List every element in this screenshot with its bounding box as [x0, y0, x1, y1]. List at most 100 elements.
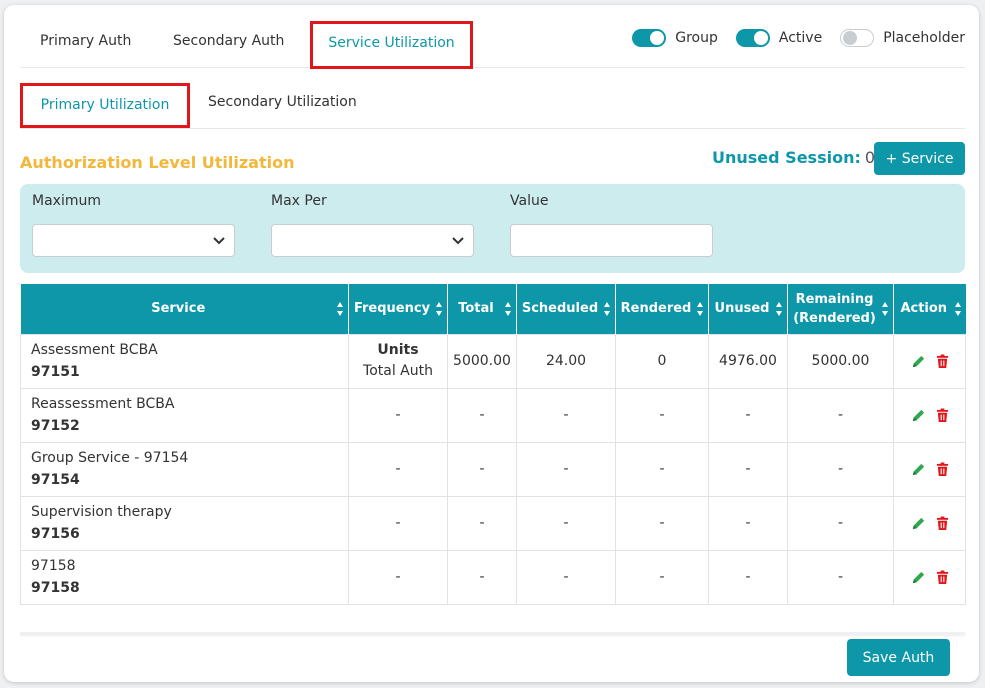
frequency-cell: - — [348, 387, 448, 443]
header-label: Scheduled — [521, 301, 599, 317]
trash-icon — [936, 570, 948, 584]
toggle-knob — [753, 31, 768, 45]
header-label: Total — [458, 301, 494, 317]
max-per-label: Max Per — [271, 193, 327, 209]
scheduled-cell: - — [516, 549, 616, 605]
sort-icon — [337, 302, 343, 316]
remaining-cell: - — [787, 549, 894, 605]
scheduled-cell: - — [516, 495, 616, 551]
scheduled-cell: 24.00 — [516, 333, 616, 389]
header-label: Unused — [714, 301, 770, 317]
pencil-icon — [912, 463, 924, 475]
header-label: Service — [151, 301, 206, 317]
rendered-cell: 0 — [615, 333, 709, 389]
table-row: Supervision therapy 97156- - - - - - — [20, 495, 966, 551]
tab-primary-auth[interactable]: Primary Auth — [40, 23, 131, 67]
frequency-cell: - — [348, 441, 448, 497]
save-auth-button[interactable]: Save Auth — [847, 639, 950, 676]
header-service[interactable]: Service — [20, 284, 349, 334]
unused-cell: - — [708, 495, 788, 551]
trash-icon — [936, 462, 948, 476]
edit-button[interactable] — [911, 570, 926, 585]
header-unused[interactable]: Unused — [708, 284, 788, 334]
sub-tabs: Primary Utilization Secondary Utilizatio… — [20, 83, 965, 129]
remaining-cell: - — [787, 441, 894, 497]
frequency-cell: - — [348, 495, 448, 551]
remaining-cell: 5000.00 — [787, 333, 894, 389]
frequency-value: Total Auth — [363, 363, 433, 379]
auth-card: Primary Auth Secondary Auth Service Util… — [4, 5, 979, 682]
remaining-cell: - — [787, 495, 894, 551]
active-toggle-label: Active — [778, 30, 823, 46]
header-frequency[interactable]: Frequency — [348, 284, 448, 334]
service-cell: Supervision therapy 97156 — [20, 495, 349, 551]
total-cell: - — [447, 387, 517, 443]
action-cell — [893, 333, 966, 389]
header-label: Rendered — [620, 301, 692, 317]
header-rendered[interactable]: Rendered — [615, 284, 709, 334]
action-cell — [893, 549, 966, 605]
pencil-icon — [912, 571, 924, 583]
group-toggle[interactable] — [632, 29, 667, 47]
trash-icon — [936, 408, 948, 422]
rendered-cell: - — [615, 549, 709, 605]
footer-divider — [20, 632, 965, 635]
edit-button[interactable] — [911, 354, 926, 369]
header-action[interactable]: Action — [893, 284, 966, 334]
chevron-down-icon — [213, 237, 225, 245]
header-remaining[interactable]: Remaining (Rendered) — [787, 284, 894, 334]
tab-secondary-auth[interactable]: Secondary Auth — [173, 23, 284, 67]
row-actions — [894, 516, 965, 531]
delete-button[interactable] — [936, 570, 949, 585]
service-code: 97154 — [31, 472, 80, 488]
value-input[interactable] — [510, 224, 713, 257]
delete-button[interactable] — [936, 354, 949, 369]
frequency-value: - — [395, 406, 401, 423]
total-cell: - — [447, 441, 517, 497]
header-scheduled[interactable]: Scheduled — [516, 284, 616, 334]
toggle-knob — [650, 31, 665, 45]
sort-icon — [436, 302, 442, 316]
section-title: Authorization Level Utilization — [20, 153, 295, 172]
header-total[interactable]: Total — [447, 284, 517, 334]
frequency-cell: Units Total Auth — [348, 333, 448, 389]
delete-button[interactable] — [936, 516, 949, 531]
maximum-select[interactable] — [32, 224, 235, 257]
service-code: 97151 — [31, 364, 80, 380]
rendered-cell: - — [615, 441, 709, 497]
table-header-row: Service Frequency Total Scheduled Render… — [20, 284, 966, 334]
max-per-select[interactable] — [271, 224, 474, 257]
tab-service-utilization[interactable]: Service Utilization — [310, 21, 473, 69]
subtab-primary-utilization[interactable]: Primary Utilization — [20, 83, 190, 128]
service-code: 97156 — [31, 526, 80, 542]
add-service-button[interactable]: + Service — [874, 142, 965, 175]
frequency-value: - — [395, 514, 401, 531]
rendered-cell: - — [615, 495, 709, 551]
value-label: Value — [510, 193, 549, 209]
total-cell: - — [447, 549, 517, 605]
frequency-unit: Units — [377, 342, 419, 358]
action-cell — [893, 495, 966, 551]
active-toggle[interactable] — [735, 29, 770, 47]
pencil-icon — [912, 409, 924, 421]
service-cell: Assessment BCBA 97151 — [20, 333, 349, 389]
table-row: Group Service - 97154 97154- - - - - - — [20, 441, 966, 497]
edit-button[interactable] — [911, 516, 926, 531]
toggle-active-item: Active — [735, 29, 823, 47]
filter-panel: Maximum Max Per Value — [20, 184, 965, 273]
placeholder-toggle[interactable] — [840, 29, 875, 47]
toggle-placeholder-item: Placeholder — [840, 29, 965, 47]
delete-button[interactable] — [936, 408, 949, 423]
delete-button[interactable] — [936, 462, 949, 477]
frequency-value: - — [395, 460, 401, 477]
service-name: Reassessment BCBA — [31, 396, 175, 412]
top-tabs: Primary Auth Secondary Auth Service Util… — [20, 21, 965, 69]
row-actions — [894, 570, 965, 585]
table-row: 97158 97158- - - - - - — [20, 549, 966, 605]
subtab-secondary-utilization[interactable]: Secondary Utilization — [208, 83, 357, 121]
scheduled-cell: - — [516, 441, 616, 497]
toggle-group: Group Active Placeholder — [614, 23, 965, 53]
edit-button[interactable] — [911, 462, 926, 477]
toggle-knob — [843, 31, 858, 45]
edit-button[interactable] — [911, 408, 926, 423]
